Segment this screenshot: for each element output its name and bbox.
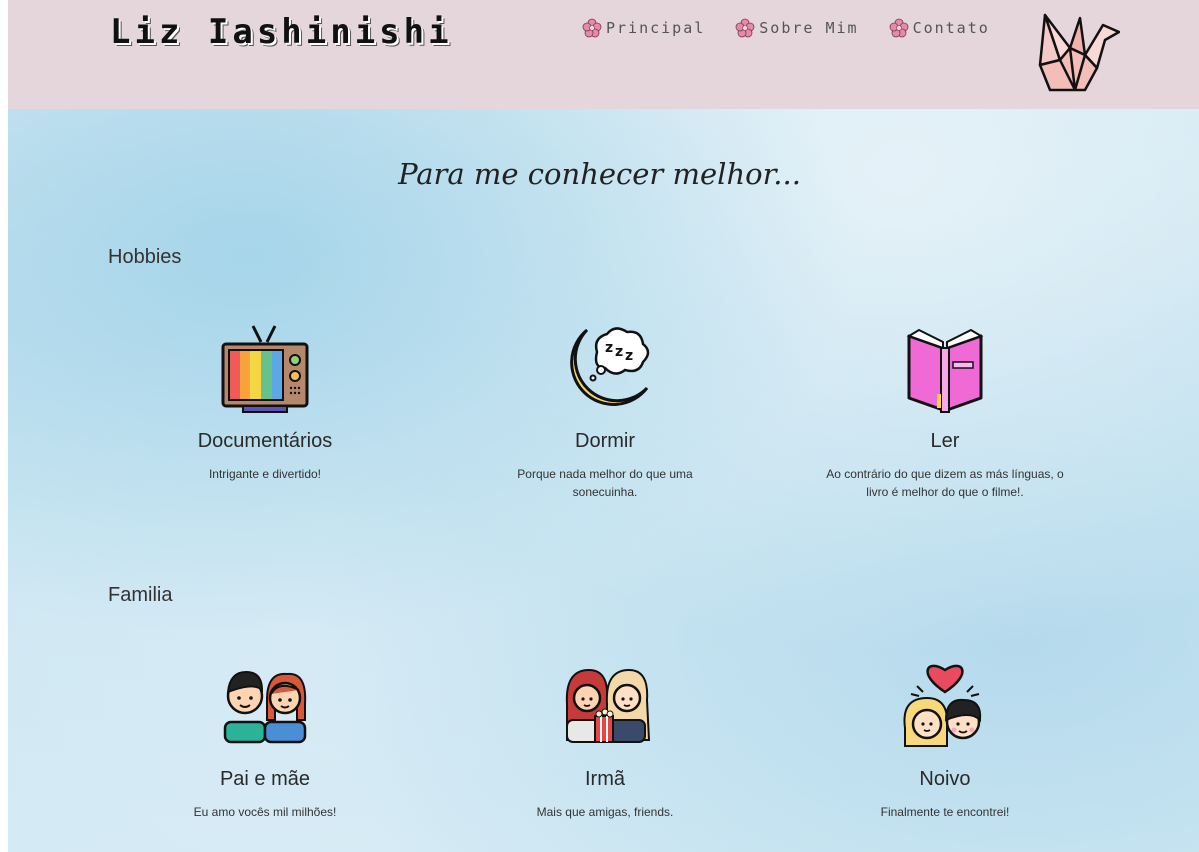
book-icon — [906, 328, 984, 413]
nav-label: Principal — [606, 19, 706, 37]
card-documentarios: Documentários Intrigante e divertido! — [135, 322, 395, 483]
card-description: Intrigante e divertido! — [208, 467, 322, 481]
origami-crane-icon — [1038, 13, 1120, 92]
card-description: Ao contrário do que dizem as más línguas… — [826, 467, 1064, 499]
card-title: Dormir — [575, 430, 635, 452]
nav-item-contato[interactable]: Contato — [889, 18, 990, 38]
nav-item-principal[interactable]: Principal — [582, 18, 705, 38]
card-description: Porque nada melhor do que uma sonecuinha… — [517, 467, 693, 499]
tv-icon — [221, 325, 309, 413]
section-heading: Para me conhecer melhor... — [398, 157, 801, 191]
svg-text:z: z — [615, 344, 623, 360]
card-ler: Ler Ao contrário do que dizem as más lín… — [815, 322, 1075, 501]
flower-icon — [582, 18, 602, 38]
main-nav: Principal Sobre Mim Contato — [582, 18, 990, 38]
card-pai-e-mae: Pai e mãe Eu amo vocês mil milhões! — [135, 660, 395, 821]
card-description: Mais que amigas, friends. — [536, 805, 674, 819]
site-title: Liz Iashinishi — [110, 12, 453, 52]
card-irma: Irmã Mais que amigas, friends. — [475, 660, 735, 821]
group-title-hobbies: Hobbies — [108, 246, 182, 268]
card-dormir: z z z Dormir Porque nada melhor do que u… — [475, 322, 735, 501]
card-title: Pai e mãe — [219, 768, 311, 790]
nav-item-sobre-mim[interactable]: Sobre Mim — [735, 18, 858, 38]
card-title: Documentários — [197, 430, 333, 452]
card-title: Ler — [930, 430, 960, 452]
flower-icon — [735, 18, 755, 38]
parents-icon — [223, 670, 307, 744]
card-title: Irmã — [585, 768, 625, 790]
nav-label: Contato — [912, 19, 990, 37]
svg-text:z: z — [625, 348, 633, 364]
card-description: Finalmente te encontrei! — [880, 805, 1010, 819]
card-title: Noivo — [919, 768, 971, 790]
site-header: Liz Iashinishi Principal Sobre Mim Conta… — [8, 0, 1199, 109]
group-title-familia: Familia — [108, 584, 173, 606]
couple-heart-icon — [903, 664, 982, 747]
nav-label: Sobre Mim — [759, 19, 859, 37]
sleeping-moon-icon: z z z — [570, 327, 650, 406]
card-description: Eu amo vocês mil milhões! — [193, 805, 337, 819]
sisters-icon — [565, 668, 651, 743]
card-noivo: Noivo Finalmente te encontrei! — [815, 660, 1075, 821]
flower-icon — [889, 18, 908, 38]
svg-text:z: z — [605, 340, 613, 356]
